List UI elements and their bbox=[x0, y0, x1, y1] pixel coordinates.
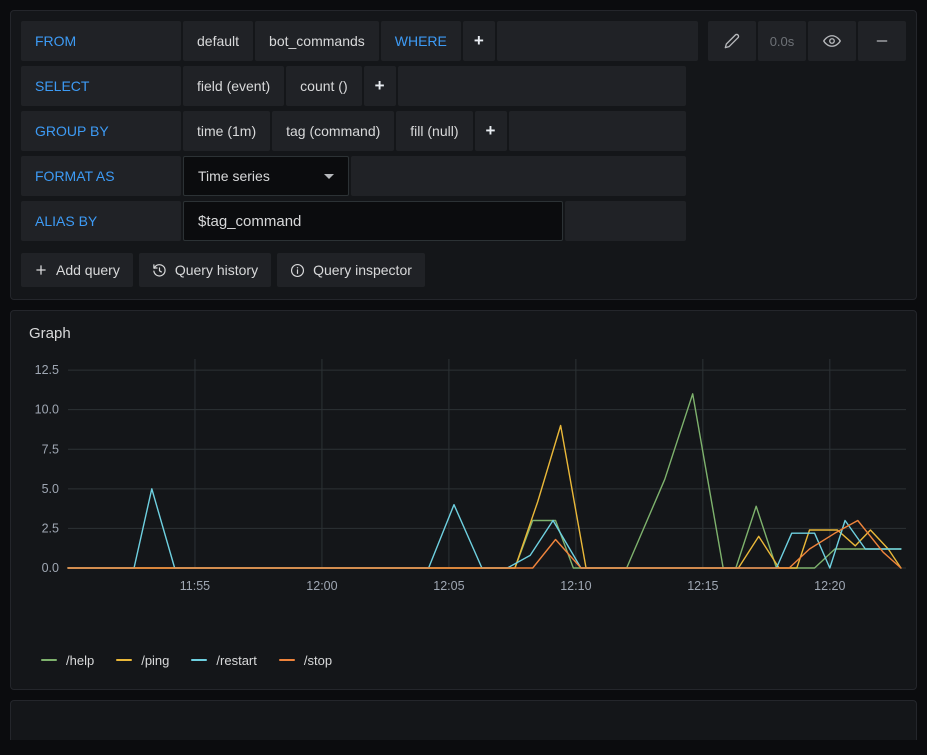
edit-query-button[interactable] bbox=[708, 21, 756, 61]
toggle-query-visibility-button[interactable] bbox=[808, 21, 856, 61]
legend-label: /stop bbox=[303, 652, 333, 668]
legend-item[interactable]: /stop bbox=[278, 652, 333, 668]
graph-panel-title: Graph bbox=[29, 325, 71, 342]
segment-from-policy[interactable]: default bbox=[183, 21, 254, 61]
series-line bbox=[67, 519, 902, 569]
pencil-icon bbox=[724, 33, 740, 49]
add-where-button[interactable]: + bbox=[462, 21, 495, 61]
y-axis-tick-label: 0.0 bbox=[42, 561, 59, 575]
query-label-group-by: GROUP BY bbox=[21, 111, 181, 151]
segment-group-time[interactable]: time (1m) bbox=[183, 111, 271, 151]
segment-group-fill[interactable]: fill (null) bbox=[396, 111, 473, 151]
legend-color-swatch bbox=[41, 659, 57, 661]
y-axis-tick-label: 7.5 bbox=[42, 442, 59, 456]
graph-plot-area[interactable]: 0.0 2.5 5.0 7.5 10.0 12.5 11:55 12:00 12:05 12:10… bbox=[11, 345, 916, 645]
x-axis-tick-label: 11:55 bbox=[180, 579, 210, 593]
add-select-button[interactable]: + bbox=[363, 66, 396, 106]
query-inspector-button[interactable]: Query inspector bbox=[277, 253, 425, 287]
plus-icon bbox=[34, 263, 48, 277]
query-label-format-as: FORMAT AS bbox=[21, 156, 181, 196]
add-query-button[interactable]: Add query bbox=[21, 253, 133, 287]
next-panel-partial bbox=[10, 700, 917, 740]
y-axis-tick-label: 5.0 bbox=[42, 482, 59, 496]
legend-label: /ping bbox=[141, 652, 170, 668]
segment-from-measurement[interactable]: bot_commands bbox=[255, 21, 379, 61]
select-row-spacer bbox=[688, 66, 906, 106]
format-as-value: Time series bbox=[198, 168, 270, 184]
query-history-label: Query history bbox=[174, 262, 259, 278]
legend-color-swatch bbox=[116, 659, 133, 661]
graph-panel: Graph 0.0 2.5 5.0 7.5 10.0 12.5 11:55 12:00 12:0… bbox=[10, 310, 917, 690]
legend-label: /help bbox=[66, 652, 95, 668]
x-axis-tick-label: 12:20 bbox=[814, 579, 845, 593]
format-as-row-filler bbox=[351, 156, 686, 196]
segment-where[interactable]: WHERE bbox=[380, 21, 461, 61]
history-icon bbox=[152, 263, 167, 278]
remove-query-button[interactable] bbox=[858, 21, 906, 61]
series-line bbox=[67, 424, 902, 569]
group-by-row-filler bbox=[508, 111, 686, 151]
legend-item[interactable]: /ping bbox=[116, 653, 169, 668]
legend-color-swatch bbox=[278, 659, 295, 661]
segment-group-tag[interactable]: tag (command) bbox=[272, 111, 395, 151]
x-axis-tick-label: 12:15 bbox=[687, 579, 718, 593]
query-duration: 0.0s bbox=[758, 21, 806, 61]
minus-icon bbox=[876, 40, 888, 42]
info-circle-icon bbox=[290, 263, 305, 278]
segment-select-field[interactable]: field (event) bbox=[183, 66, 285, 106]
query-actions: Add query Query history Query inspector bbox=[21, 253, 906, 287]
query-editor-panel: FROM default bot_commands WHERE + 0.0s S… bbox=[10, 10, 917, 300]
x-axis-tick-label: 12:05 bbox=[433, 579, 464, 593]
query-row-group-by: GROUP BY time (1m) tag (command) fill (n… bbox=[21, 111, 906, 151]
query-label-from: FROM bbox=[21, 21, 181, 61]
alias-by-input[interactable] bbox=[183, 201, 563, 241]
eye-icon bbox=[823, 35, 841, 47]
query-inspector-label: Query inspector bbox=[313, 262, 412, 278]
segment-select-count[interactable]: count () bbox=[286, 66, 362, 106]
legend-label: /restart bbox=[216, 652, 257, 668]
y-axis-tick-label: 2.5 bbox=[42, 521, 59, 535]
x-axis-tick-label: 12:10 bbox=[560, 579, 591, 593]
graph-legend: /help/ping/restart/stop bbox=[11, 645, 916, 675]
timeseries-chart: 0.0 2.5 5.0 7.5 10.0 12.5 11:55 12:00 12:05 12:10… bbox=[35, 359, 906, 593]
query-tools: 0.0s bbox=[706, 21, 906, 61]
from-row-filler bbox=[496, 21, 698, 61]
x-axis-tick-label: 12:00 bbox=[306, 579, 337, 593]
legend-item[interactable]: /restart bbox=[191, 652, 257, 668]
add-query-label: Add query bbox=[56, 262, 120, 278]
query-row-select: SELECT field (event) count () + bbox=[21, 66, 906, 106]
y-axis-tick-label: 12.5 bbox=[35, 363, 59, 377]
query-history-button[interactable]: Query history bbox=[138, 253, 272, 287]
y-axis-tick-label: 10.0 bbox=[35, 403, 59, 417]
query-row-format-as: FORMAT AS Time series bbox=[21, 156, 906, 196]
grafana-query-page: FROM default bot_commands WHERE + 0.0s S… bbox=[0, 10, 927, 755]
format-as-select[interactable]: Time series bbox=[183, 156, 349, 196]
add-group-by-button[interactable]: + bbox=[474, 111, 507, 151]
query-label-alias-by: ALIAS BY bbox=[21, 201, 181, 241]
alias-by-row-filler bbox=[565, 201, 686, 241]
query-row-alias-by: ALIAS BY bbox=[21, 201, 906, 241]
legend-color-swatch bbox=[191, 659, 208, 661]
query-label-select: SELECT bbox=[21, 66, 181, 106]
select-row-filler bbox=[397, 66, 686, 106]
series-line bbox=[67, 393, 902, 569]
chevron-down-icon bbox=[324, 173, 334, 179]
group-by-row-spacer bbox=[688, 111, 906, 151]
alias-by-row-spacer bbox=[688, 201, 906, 241]
query-row-from: FROM default bot_commands WHERE + 0.0s bbox=[21, 21, 906, 61]
format-as-row-spacer bbox=[688, 156, 906, 196]
legend-item[interactable]: /help bbox=[41, 653, 94, 668]
